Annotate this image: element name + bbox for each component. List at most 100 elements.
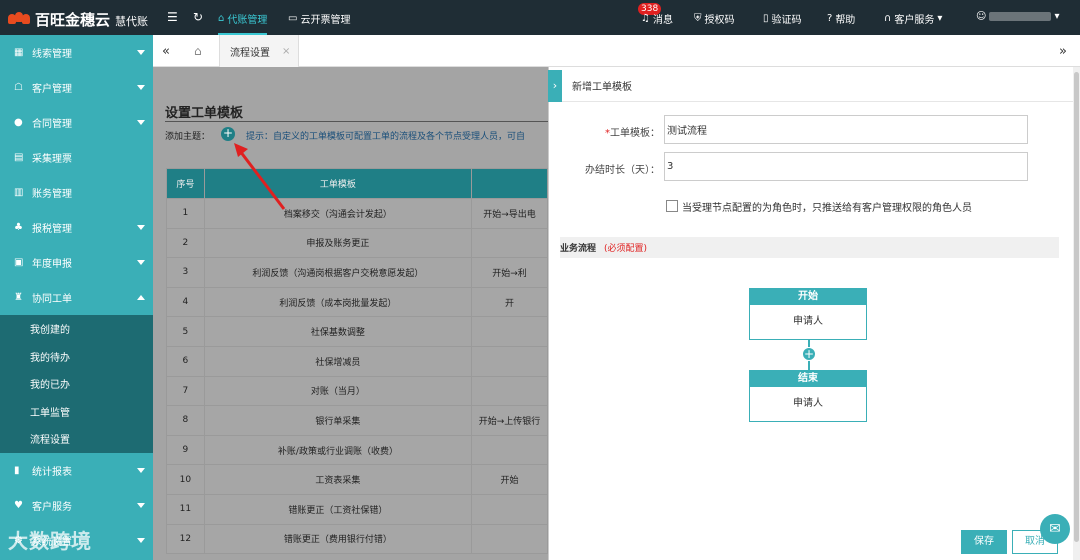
logo[interactable]: 百旺金穗云 慧代账 — [8, 9, 148, 30]
table-cell: 6 — [166, 345, 205, 377]
flow-node-start[interactable]: 开始 申请人 — [749, 288, 867, 340]
chevron-down-icon — [137, 537, 145, 543]
sidebar-item-label: 客户服务 — [32, 501, 72, 513]
close-icon[interactable]: × — [282, 46, 290, 57]
table-row[interactable]: 1 档案移交（沟通会计发起） 开始→导出电 — [166, 198, 548, 229]
table-cell: 3 — [166, 257, 205, 288]
sidebar-sub-done[interactable]: 我的已办 — [0, 370, 153, 398]
help-icon: ? — [827, 13, 833, 24]
duration-input[interactable]: 3 — [664, 152, 1028, 181]
nav-invoice[interactable]: ▭ 云开票管理 — [288, 11, 350, 26]
sidebar-item-contracts[interactable]: ● 合同管理 — [0, 105, 153, 140]
table-cell: 5 — [166, 316, 205, 347]
sidebar-item-service[interactable]: ♥ 客户服务 — [0, 488, 153, 523]
table-body: 1 档案移交（沟通会计发起） 开始→导出电 2 申报及账务更正 3 利润反馈（沟通岗根据客户… — [166, 198, 548, 555]
table-row[interactable]: 3 利润反馈（沟通岗根据客户交税意愿发起） 开始→利 — [166, 257, 548, 288]
home-icon: ⌂ — [218, 13, 225, 24]
template-table: 序号 工单模板 1 档案移交（沟通会计发起） 开始→导出电 2 申报及账务更正 3 利润反馈… — [166, 168, 548, 555]
brand-name: 百旺金穗云 — [35, 11, 111, 29]
sidebar-item-reports[interactable]: ▮ 统计报表 — [0, 453, 153, 488]
table-row[interactable]: 9 补账/政策或行业调账（收费） — [166, 434, 548, 466]
auth-code-link[interactable]: ⛨ 授权码 — [694, 11, 735, 26]
sidebar-item-label: 统计报表 — [32, 466, 72, 478]
drawer-scrollbar[interactable] — [1073, 67, 1080, 560]
table-cell: 社保基数调整 — [203, 316, 473, 347]
help-link[interactable]: ? 帮助 — [827, 11, 855, 26]
sidebar-item-workorder[interactable]: ♜ 协同工单 — [0, 280, 153, 315]
sidebar-sub-todo[interactable]: 我的待办 — [0, 343, 153, 371]
table-row[interactable]: 12 错账更正（费用银行付错） — [166, 523, 548, 555]
add-topic-label: 添加主题： — [165, 132, 211, 142]
add-node-button[interactable]: + — [802, 347, 816, 361]
nav-bookkeeping[interactable]: ⌂ 代账管理 — [218, 11, 268, 35]
sidebar-sub-created[interactable]: 我创建的 — [0, 315, 153, 343]
tab-scroll-left-icon[interactable]: « — [162, 35, 170, 67]
messages-link[interactable]: ♫ 消息 — [641, 11, 673, 26]
tab-flow-settings[interactable]: 流程设置 × — [219, 35, 299, 67]
chevron-down-icon: ▾ — [937, 13, 943, 24]
headset-icon: ∩ — [884, 13, 892, 24]
role-push-checkbox[interactable] — [666, 200, 678, 212]
tab-scroll-right-icon[interactable]: » — [1059, 35, 1067, 67]
sidebar-sub-flow-settings[interactable]: 流程设置 — [0, 425, 153, 453]
save-button[interactable]: 保存 — [961, 530, 1007, 554]
customer-service-link[interactable]: ∩ 客户服务 ▾ — [884, 11, 942, 26]
title-divider — [165, 121, 548, 122]
template-name-input[interactable]: 测试流程 — [664, 115, 1028, 144]
user-menu[interactable]: ☺ ▾ — [976, 11, 1059, 22]
refresh-icon[interactable]: ↻ — [193, 10, 203, 24]
sidebar-item-tax[interactable]: ♣ 报税管理 — [0, 210, 153, 245]
annual-icon: ▣ — [14, 257, 24, 268]
table-cell: 12 — [166, 523, 205, 555]
home-tab-icon[interactable]: ⌂ — [194, 35, 202, 67]
chevron-up-icon — [137, 295, 145, 300]
user-name-blurred — [989, 12, 1052, 21]
menu-toggle-icon[interactable]: ☰ — [167, 10, 178, 24]
table-cell: 4 — [166, 286, 205, 318]
table-cell: 8 — [166, 405, 205, 436]
sidebar-item-label: 线索管理 — [32, 49, 72, 60]
table-row[interactable]: 10 工资表采集 开始 — [166, 464, 548, 495]
table-row[interactable]: 4 利润反馈（成本岗批量发起）开 — [166, 286, 548, 318]
table-cell: 补账/政策或行业调账（收费） — [203, 434, 473, 466]
table-row[interactable]: 7 对账（当月） — [166, 375, 548, 407]
flow-node-end[interactable]: 结束 申请人 — [749, 370, 867, 422]
sidebar-item-label: 报税管理 — [32, 224, 72, 235]
table-row[interactable]: 11 错账更正（工资社保错） — [166, 493, 548, 525]
sidebar-item-ledger[interactable]: ▥ 账务管理 — [0, 175, 153, 210]
nav-invoice-label: 云开票管理 — [300, 15, 351, 26]
sidebar-item-customers[interactable]: ☖ 客户管理 — [0, 70, 153, 105]
auth-code-label: 授权码 — [704, 15, 735, 26]
verify-code-link[interactable]: ▯ 验证码 — [763, 11, 802, 26]
table-cell: 开始→利 — [471, 257, 548, 288]
add-topic-button[interactable]: + — [221, 127, 235, 141]
table-cell: 10 — [166, 464, 205, 495]
role-push-checkbox-label: 当受理节点配置的为角色时，只推送给有客户管理权限的角色人员 — [682, 203, 972, 214]
table-row[interactable]: 8 银行单采集 开始→上传银行 — [166, 405, 548, 436]
table-cell — [471, 227, 548, 259]
brand-sub: 慧代账 — [115, 14, 149, 28]
user-icon: ☺ — [976, 11, 987, 22]
table-cell: 社保增减员 — [203, 345, 473, 377]
chevron-down-icon — [137, 120, 145, 125]
ledger-icon: ▥ — [14, 187, 24, 198]
sidebar-item-annual[interactable]: ▣ 年度申报 — [0, 245, 153, 280]
table-cell — [471, 375, 548, 407]
sidebar-item-label: 年度申报 — [32, 259, 72, 270]
table-cell — [471, 493, 548, 525]
flow-title: 业务流程 — [560, 244, 597, 254]
table-cell — [471, 434, 548, 466]
table-row[interactable]: 6 社保增减员 — [166, 345, 548, 377]
service-icon: ♥ — [14, 499, 23, 511]
chat-mail-icon[interactable]: ✉ — [1040, 514, 1070, 544]
sidebar-item-tickets[interactable]: ▤ 采集理票 — [0, 140, 153, 175]
table-row[interactable]: 5 社保基数调整 — [166, 316, 548, 347]
drawer-collapse-icon[interactable]: › — [548, 70, 562, 102]
table-row[interactable]: 2 申报及账务更正 — [166, 227, 548, 259]
sidebar-sub-supervise[interactable]: 工单监管 — [0, 398, 153, 426]
invoice-icon: ▭ — [288, 13, 298, 24]
table-cell — [471, 345, 548, 377]
table-cell — [471, 523, 548, 555]
verify-code-label: 验证码 — [771, 15, 802, 26]
sidebar-item-clues[interactable]: ▦ 线索管理 — [0, 35, 153, 70]
